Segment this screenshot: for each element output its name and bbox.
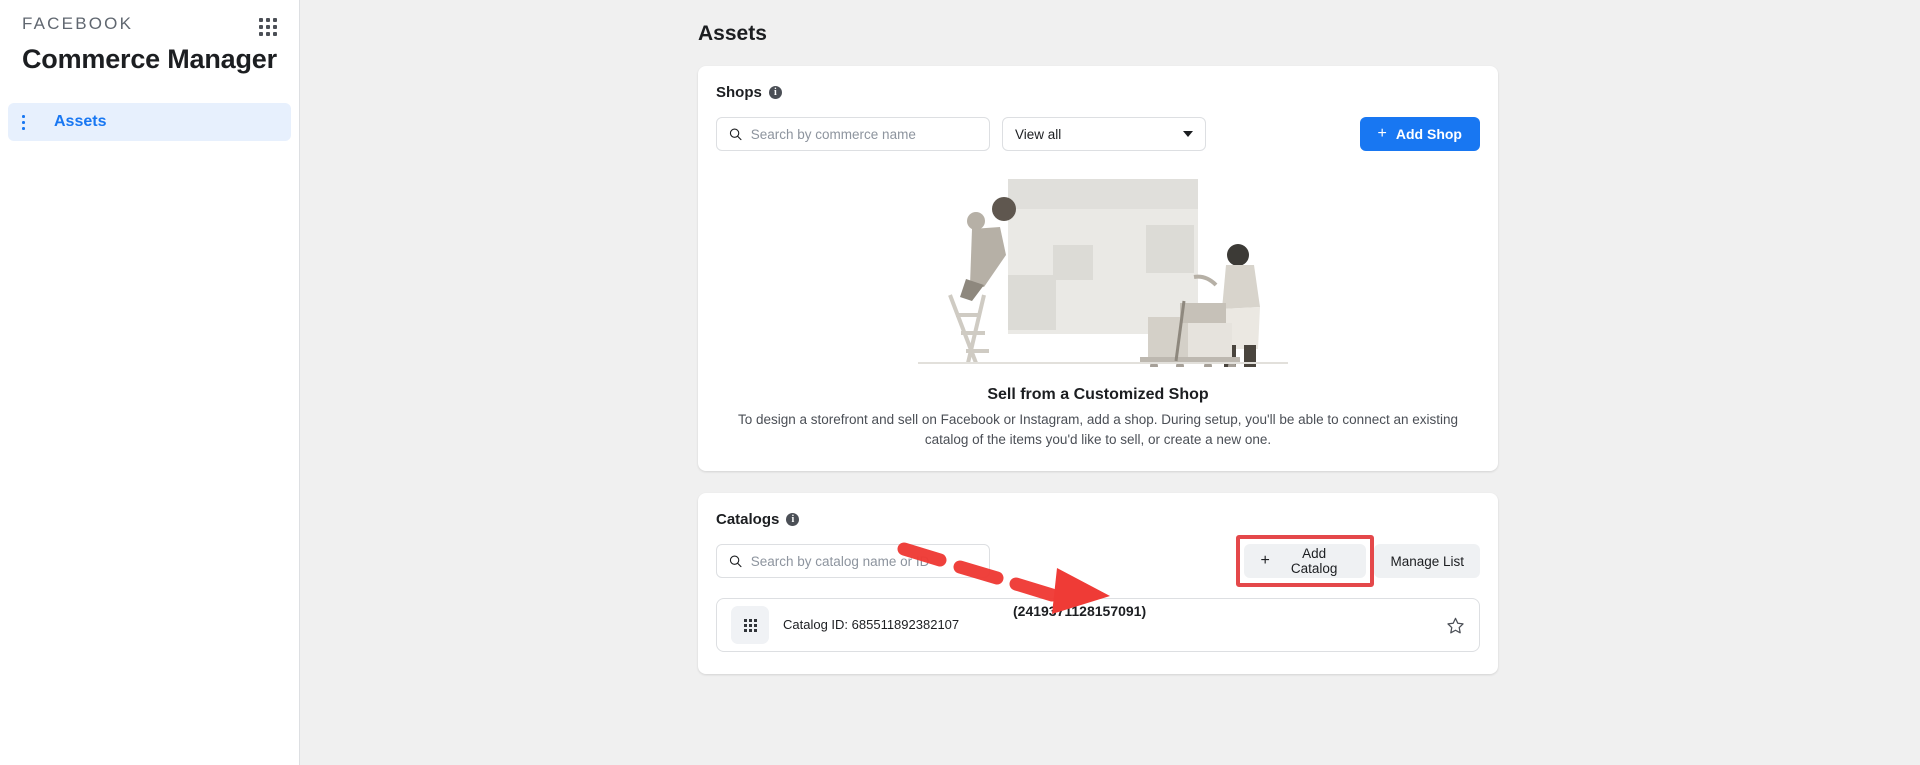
shops-heading: Shops (716, 84, 762, 101)
shops-heading-row: Shops i (716, 84, 1480, 101)
shops-card: Shops i View all + A (698, 66, 1498, 472)
sidebar-brand-row: FACEBOOK (0, 0, 299, 36)
chevron-down-icon (1183, 131, 1193, 137)
plus-icon: + (1260, 552, 1270, 570)
catalogs-heading-row: Catalogs i (716, 511, 1480, 528)
sidebar-nav: Assets (0, 103, 299, 141)
shops-empty-state: Sell from a Customized Shop To design a … (716, 151, 1480, 449)
shops-controls: View all + Add Shop (716, 117, 1480, 151)
shops-search-box[interactable] (716, 117, 990, 151)
storefront-setup-illustration (918, 179, 1288, 370)
shops-filter-value: View all (1015, 126, 1062, 142)
catalogs-search-input[interactable] (750, 553, 977, 569)
star-outline-icon[interactable] (1446, 616, 1465, 635)
empty-state-title: Sell from a Customized Shop (987, 386, 1209, 403)
catalogs-heading: Catalogs (716, 511, 780, 529)
catalog-grid-icon (731, 606, 769, 645)
catalogs-card: Catalogs i + Add Catalog (698, 493, 1498, 675)
add-shop-button[interactable]: + Add Shop (1359, 117, 1480, 151)
shops-filter-select[interactable]: View all (1002, 117, 1206, 151)
facebook-brand-label: FACEBOOK (22, 14, 134, 33)
sidebar: FACEBOOK Commerce Manager Assets (0, 0, 300, 765)
manage-list-button[interactable]: Manage List (1374, 544, 1480, 579)
plus-icon: + (1377, 125, 1387, 142)
empty-state-description: To design a storefront and sell on Faceb… (737, 412, 1458, 447)
main-content: Assets Shops i View all (300, 0, 1920, 765)
info-icon[interactable]: i (786, 513, 800, 527)
catalog-text-block: (2419371128157091) Catalog ID: 685511892… (783, 603, 1146, 634)
search-icon (729, 128, 742, 141)
catalog-name: (2419371128157091) (1013, 603, 1147, 620)
manage-list-label: Manage List (1390, 553, 1464, 569)
app-root: FACEBOOK Commerce Manager Assets Assets … (0, 0, 1920, 765)
add-catalog-label: Add Catalog (1290, 546, 1338, 577)
grid-apps-icon[interactable] (259, 18, 277, 36)
catalogs-search-box[interactable] (716, 544, 990, 579)
sidebar-item-label: Assets (54, 113, 107, 130)
search-icon (729, 555, 742, 568)
table-row[interactable]: (2419371128157091) Catalog ID: 685511892… (716, 598, 1480, 653)
shops-search-input[interactable] (750, 126, 977, 142)
sidebar-item-assets[interactable]: Assets (8, 103, 291, 141)
app-title: Commerce Manager (22, 44, 277, 74)
page-title: Assets (698, 22, 767, 45)
add-shop-label: Add Shop (1395, 126, 1462, 142)
info-icon[interactable]: i (768, 86, 782, 99)
catalogs-action-group: + Add Catalog Manage List (1236, 535, 1480, 588)
add-catalog-button[interactable]: + Add Catalog (1244, 544, 1367, 579)
list-icon (22, 115, 40, 130)
catalog-id: Catalog ID: 685511892382107 (783, 617, 960, 633)
catalogs-controls: + Add Catalog Manage List (716, 535, 1480, 588)
